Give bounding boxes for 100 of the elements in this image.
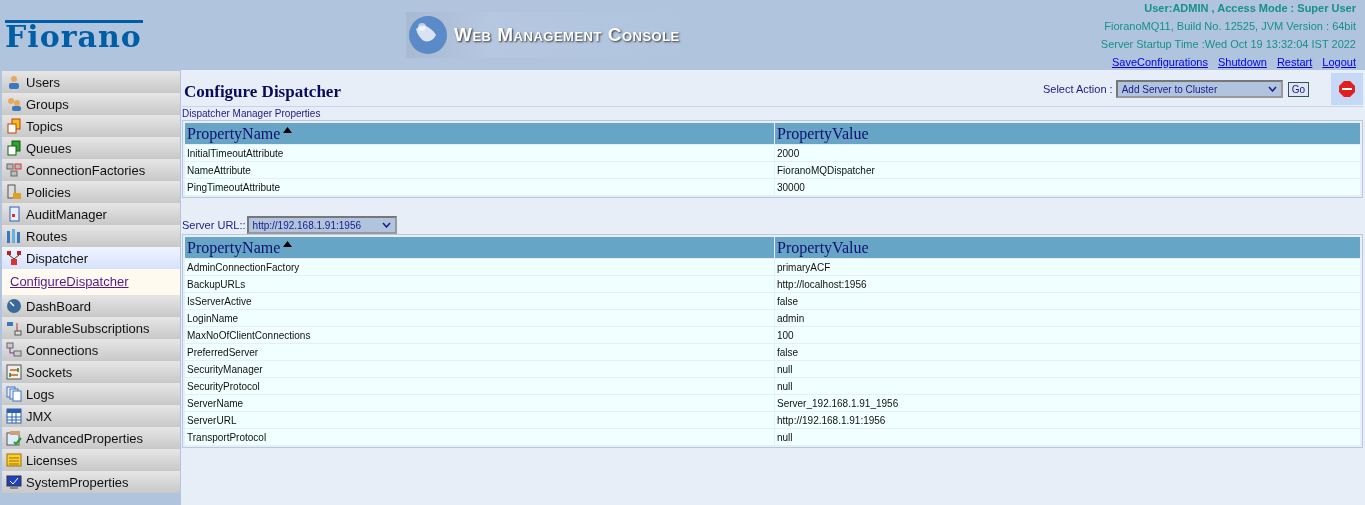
action-label: Select Action : [1042, 83, 1113, 95]
sidebar-label: Policies [26, 184, 71, 200]
document-icon [6, 206, 22, 222]
sidebar-item[interactable]: Groups [2, 93, 180, 115]
documents-icon [6, 118, 22, 134]
globe-icon [408, 15, 448, 55]
table-cell: PreferredServer [185, 344, 774, 360]
pages-icon [6, 386, 22, 402]
table-cell: http://192.168.1.91:1956 [775, 412, 1360, 428]
sidebar-item[interactable]: Connections [2, 339, 180, 361]
gauge-icon [6, 298, 22, 314]
table-icon [6, 408, 22, 424]
table-cell: 2000 [775, 145, 1360, 161]
sidebar-label: Routes [26, 228, 68, 244]
table-cell: TransportProtocol [185, 429, 774, 445]
sidebar-label: Licenses [26, 452, 78, 468]
table-cell: 100 [775, 327, 1360, 343]
monitor-icon [6, 474, 22, 490]
sidebar-label: SystemProperties [26, 474, 129, 490]
sidebar-item[interactable]: SystemProperties [2, 471, 180, 493]
sidebar-item[interactable]: ConnectionFactories [2, 159, 180, 181]
table-cell: SecurityManager [185, 361, 774, 377]
table-cell: http://localhost:1956 [775, 276, 1360, 292]
column-header[interactable]: PropertyValue [775, 123, 1360, 144]
table-cell: null [775, 429, 1360, 445]
documents-icon [6, 140, 22, 156]
sidebar-item[interactable]: AuditManager [2, 203, 180, 225]
sidebar-item[interactable]: Sockets [2, 361, 180, 383]
table-cell: IsServerActive [185, 293, 774, 309]
stop-button[interactable] [1331, 73, 1363, 105]
sidebar-label: Users [26, 74, 60, 90]
server-url-dropdown[interactable]: http://192.168.1.91:1956 [246, 216, 397, 234]
sidebar-item[interactable]: Licenses [2, 449, 180, 471]
table-cell: ServerURL [185, 412, 774, 428]
build-info: FioranoMQ11, Build No. 12525, JVM Version : 64bit [1104, 20, 1356, 32]
network-icon [6, 342, 22, 358]
person-icon [6, 74, 22, 90]
go-button[interactable]: Go [1287, 81, 1309, 97]
section-caption: Dispatcher Manager Properties [182, 107, 322, 120]
table-cell: SecurityProtocol [185, 378, 774, 394]
sidebar-label: Logs [26, 386, 55, 402]
network-icon [6, 162, 22, 178]
sidebar-label: Sockets [26, 364, 73, 380]
table-cell: false [775, 344, 1360, 360]
hierarchy-icon [6, 250, 22, 266]
sidebar-item[interactable]: Logs [2, 383, 180, 405]
sidebar-item[interactable]: Users [2, 71, 180, 93]
sidebar-item[interactable]: DurableSubscriptions [2, 317, 180, 339]
subscription-icon [6, 320, 22, 336]
sidebar-label: Connections [26, 342, 99, 358]
sidebar-label: Queues [26, 140, 72, 156]
header-link[interactable]: SaveConfigurations [1111, 56, 1208, 68]
action-dropdown[interactable]: Add Server to Cluster [1115, 80, 1283, 98]
server-url-label: Server URL:: [182, 219, 246, 231]
sidebar-item[interactable]: Policies [2, 181, 180, 203]
table-cell: LoginName [185, 310, 774, 326]
table-cell: NameAttribute [185, 162, 774, 178]
sidebar-label: AuditManager [26, 206, 107, 222]
people-icon [6, 96, 22, 112]
sidebar-label: Topics [26, 118, 63, 134]
sidebar-item[interactable]: DashBoard [2, 295, 180, 317]
logo: Fiorano [5, 20, 143, 50]
column-header[interactable]: PropertyValue [775, 237, 1360, 258]
table-cell: null [775, 361, 1360, 377]
table-cell: BackupURLs [185, 276, 774, 292]
startup-info: Server Startup Time :Wed Oct 19 13:32:04 IST 2022 [1100, 38, 1356, 50]
sidebar-label: ConnectionFactories [26, 162, 146, 178]
table-cell: primaryACF [775, 259, 1360, 275]
table-cell: AdminConnectionFactory [185, 259, 774, 275]
table-cell: Server_192.168.1.91_1956 [775, 395, 1360, 411]
table-cell: false [775, 293, 1360, 309]
chevron-down-icon [1267, 86, 1277, 92]
header-link[interactable]: Shutdown [1217, 56, 1267, 68]
sidebar-item[interactable]: JMX [2, 405, 180, 427]
sidebar-subitem[interactable]: ConfigureDispatcher [2, 269, 180, 295]
routes-icon [6, 228, 22, 244]
sidebar-label: DashBoard [26, 298, 92, 314]
table-cell: null [775, 378, 1360, 394]
user-info: User:ADMIN , Access Mode : Super User [1144, 2, 1356, 14]
sort-ascending-icon [283, 126, 293, 133]
table-cell: InitialTimeoutAttribute [185, 145, 774, 161]
arrows-icon [6, 364, 22, 380]
sidebar-item[interactable]: Dispatcher [2, 247, 180, 269]
page-title: Configure Dispatcher [183, 81, 341, 102]
header-link[interactable]: Logout [1322, 56, 1356, 68]
column-header[interactable]: PropertyName [185, 123, 774, 144]
sidebar-item[interactable]: AdvancedProperties [2, 427, 180, 449]
sidebar-item[interactable]: Queues [2, 137, 180, 159]
column-header[interactable]: PropertyName [185, 237, 774, 258]
table-cell: 30000 [775, 179, 1360, 195]
table-cell: admin [775, 310, 1360, 326]
sidebar-item[interactable]: Topics [2, 115, 180, 137]
checklist-icon [6, 430, 22, 446]
sidebar-label: JMX [26, 408, 52, 424]
console-title: Web Management Console [454, 24, 680, 46]
chevron-down-icon [381, 222, 391, 228]
sidebar-item[interactable]: Routes [2, 225, 180, 247]
table-cell: MaxNoOfClientConnections [185, 327, 774, 343]
table-cell: FioranoMQDispatcher [775, 162, 1360, 178]
header-link[interactable]: Restart [1276, 56, 1313, 68]
